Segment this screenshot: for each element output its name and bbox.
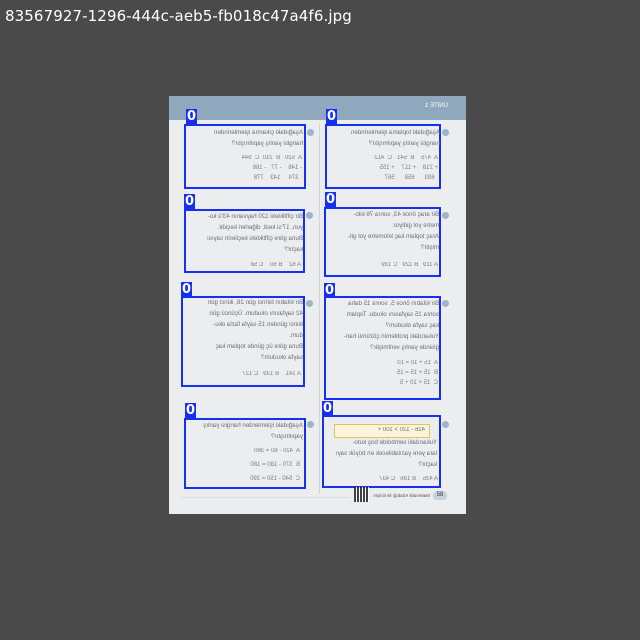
question-text: Yukarıdaki sembolde boş kuto- lara yere … xyxy=(335,439,437,468)
answer-options: A 420 - 60 = 360 B 370 - 180 = 180 C 540… xyxy=(250,448,300,482)
box-tag: 0 xyxy=(186,109,197,124)
question-text: Aşağıdaki işlemlerden hangisi yanlış yap… xyxy=(203,422,303,440)
page-number: 58 xyxy=(433,491,447,500)
question-number-icon xyxy=(306,212,313,219)
question-number-icon xyxy=(442,300,449,307)
answer-options: A 520 B 210 C 944 - 146 - 77 - 166 374 1… xyxy=(241,155,302,181)
column-divider xyxy=(319,124,320,494)
question-text: Bir kitabın önce 5, sonra 15 daha sonra … xyxy=(343,300,439,351)
answer-options: A 15 + 10 = 10 B 15 + 15 = 15 C 15 + 10 … xyxy=(396,360,438,386)
question-number-icon xyxy=(442,421,449,428)
question-number-icon xyxy=(442,212,449,219)
question-number-icon xyxy=(442,129,449,136)
answer-options: A 475 B 541 C 412 + 218 + 117 + 155 693 … xyxy=(374,155,438,181)
question-text: Bir araç önce 43, sonra 76 kilo- metre y… xyxy=(347,211,439,251)
filename-label: 83567927-1296-444c-aeb5-fb018c47a4f6.jpg xyxy=(5,7,352,25)
answer-options: A 62 B 60 C 58 xyxy=(250,262,301,268)
question-number-icon xyxy=(307,421,314,428)
question-text: Bir kitabın birinci gün 28, ikinci gün 4… xyxy=(207,299,303,361)
answer-options: A 141 B 139 C 127 xyxy=(242,371,301,377)
box-tag: 0 xyxy=(181,282,192,297)
box-tag: 0 xyxy=(184,194,195,209)
equation-text: 416 - 120 > 100 + xyxy=(377,427,425,433)
question-text: Aşağıdaki toplama işlemlerinden hangisi … xyxy=(350,129,440,147)
question-text: Aşağıdaki çıkarma işlemlerinden hangisi … xyxy=(213,129,303,147)
box-tag: 0 xyxy=(325,192,336,207)
page-header-band: ÜNİTE 1 xyxy=(169,96,466,120)
answer-options: A 119 B 129 C 139 xyxy=(381,262,438,268)
question-number-icon xyxy=(306,300,313,307)
box-tag: 0 xyxy=(324,283,335,298)
box-tag: 0 xyxy=(326,109,337,124)
answer-options: A 435 B 196 C 437 xyxy=(379,476,438,482)
question-text: Bir çiftlikteki 120 hayvanın 43'ü ko- yu… xyxy=(207,213,303,253)
box-tag: 0 xyxy=(322,401,333,416)
footer-text: Matematik Kitabığı ile Erişim xyxy=(373,493,430,498)
footer-rule xyxy=(180,497,350,498)
question-number-icon xyxy=(307,129,314,136)
qr-code-icon xyxy=(354,487,369,502)
unit-label: ÜNİTE 1 xyxy=(424,103,448,109)
box-tag: 0 xyxy=(185,403,196,418)
